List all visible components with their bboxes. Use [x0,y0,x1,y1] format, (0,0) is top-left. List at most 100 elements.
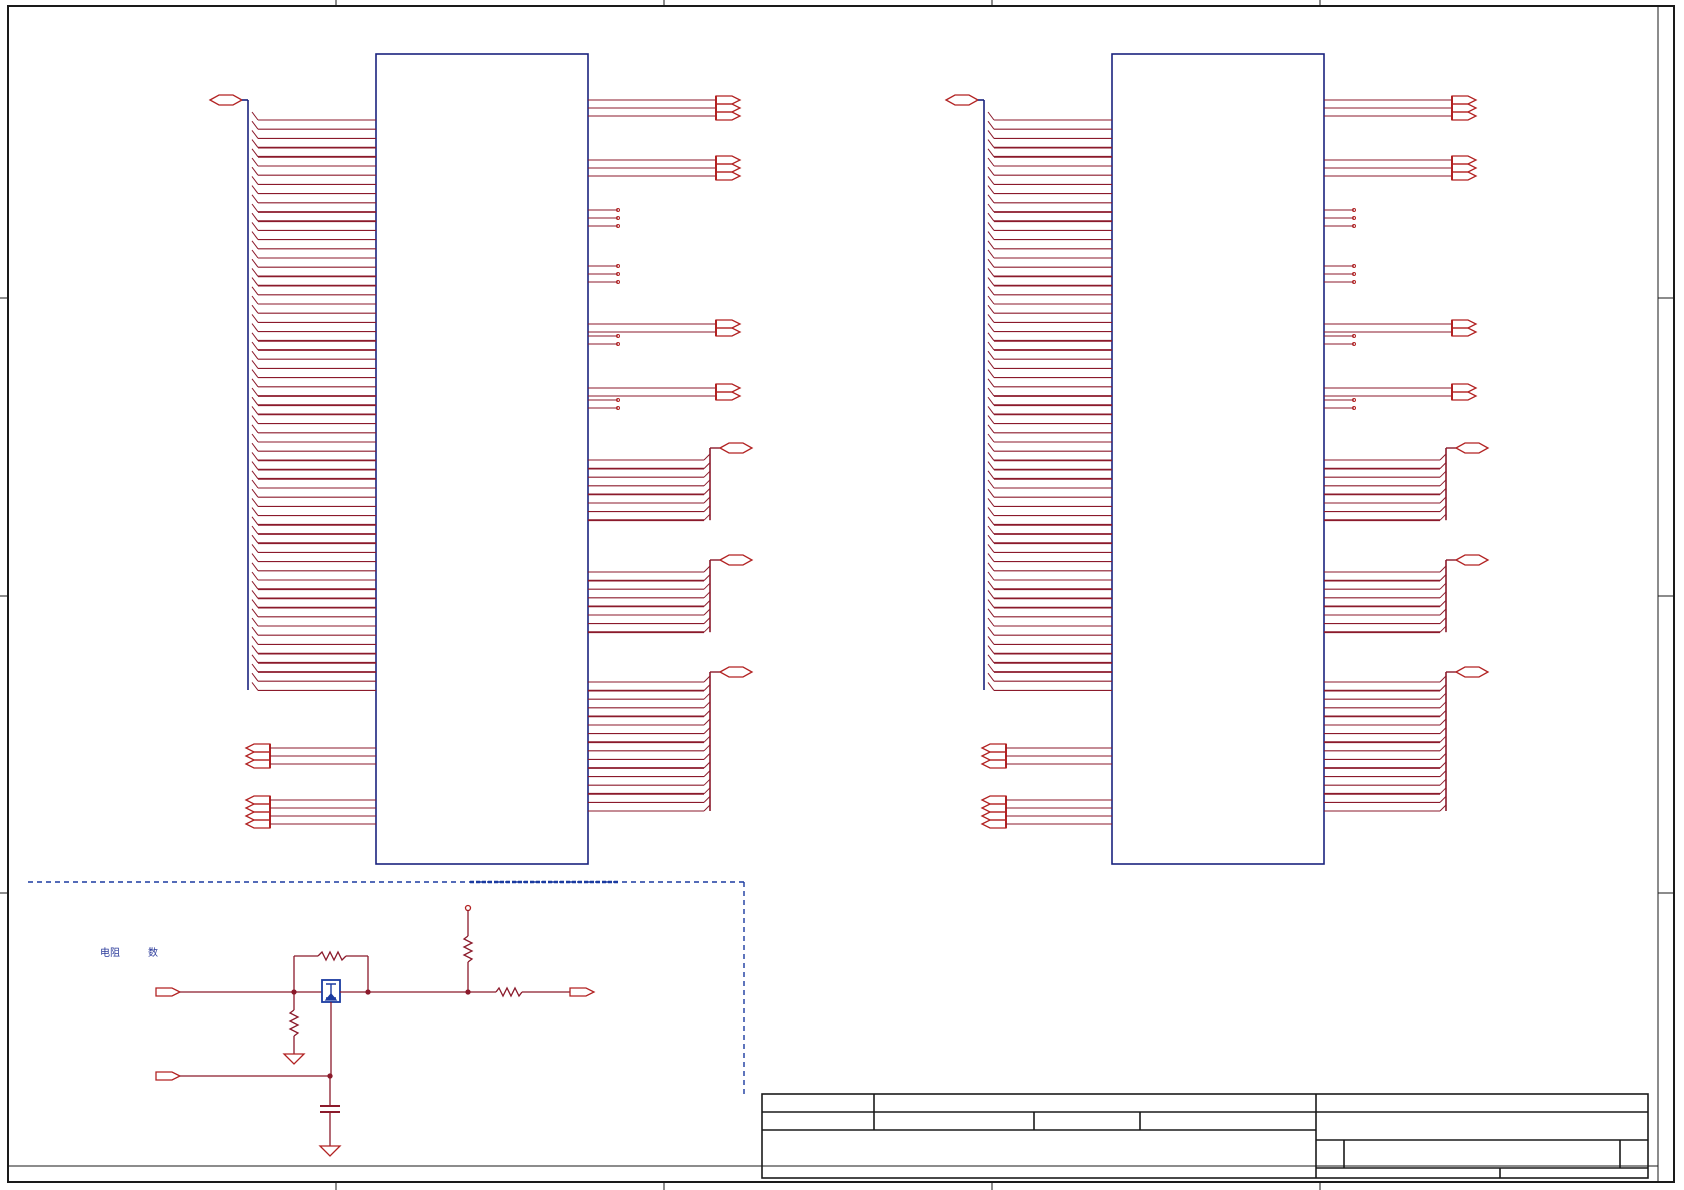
bus-entry [703,761,711,769]
bus-entry [251,203,259,213]
bus-entry [251,240,259,250]
net-port [980,751,1007,761]
net-port [1451,383,1478,393]
right-output-nets [1324,95,1490,812]
bus-entry [703,735,711,743]
bus-entry [987,534,995,544]
bus-entry [251,378,259,388]
bus-entry [703,710,711,717]
net-port [980,759,1007,769]
bus-entry [987,590,995,599]
oval-port [1454,666,1490,678]
bus-entry [703,675,711,683]
net-port [715,95,742,105]
net-port [244,819,271,829]
bus-entry [987,194,995,204]
bus-entry [987,378,995,388]
bus-entry [1439,513,1447,521]
chip-right [1111,53,1325,865]
bus-entry [1439,710,1447,717]
bus-entry [1439,488,1447,495]
bus-entry [987,396,995,406]
bus-entry [987,203,995,213]
bus-entry [251,396,259,406]
bus-entry [987,268,995,277]
net-port [244,803,271,813]
bus-entry [703,804,711,812]
bus-entry [987,525,995,535]
bus-entry [1439,727,1447,734]
right-input-bus [944,94,1112,829]
ground-symbol-2 [318,1145,342,1157]
bus-entry [703,479,711,487]
bus-entry [987,544,995,553]
bus-entry [1439,787,1447,795]
bus-entry [987,350,995,360]
bus-entry [1439,591,1447,599]
bus-entry [251,682,259,691]
input-port-2 [155,1071,182,1081]
net-port [1451,111,1478,121]
bus-entry [1439,770,1447,777]
bus-entry [251,360,259,369]
schematic-sheet: 电阻 数 [0,0,1675,1190]
net-port [1451,103,1478,113]
bus-entry [251,166,259,176]
bus-entry [251,442,259,452]
net-port [244,811,271,821]
bus-entry [251,222,259,231]
bus-entry [251,148,259,158]
left-output-nets [588,95,754,812]
bus-entry [703,770,711,777]
net-port [980,811,1007,821]
resistor-pulldown [288,1009,300,1037]
bus-entry [987,654,995,664]
bus-entry [251,314,259,323]
bus-entry [1439,505,1447,512]
bus-entry [251,212,259,222]
bus-entry [251,139,259,148]
bus-entry [987,286,995,296]
sheet-border [7,5,1675,1183]
bus-entry [703,462,711,469]
bus-entry [987,479,995,489]
net-port [715,383,742,393]
net-port [980,803,1007,813]
bus-entry [1439,692,1447,700]
bus-entry [987,120,995,130]
bus-entry [251,304,259,314]
bus-entry [251,249,259,259]
net-port [1451,95,1478,105]
bus-entry [703,505,711,512]
bus-entry [251,654,259,664]
bus-entry [251,332,259,342]
bus-entry [987,139,995,148]
bus-entry [1439,470,1447,478]
bus-entry [251,571,259,581]
left-input-bus [208,94,376,829]
bus-entry [987,470,995,480]
bus-entry [703,718,711,726]
bus-entry [987,323,995,332]
bus-entry [987,498,995,507]
bus-entry [987,130,995,139]
bus-entry [251,617,259,627]
bus-entry [251,157,259,167]
bus-entry [703,600,711,607]
bus-entry [987,406,995,415]
net-port [980,743,1007,753]
bus-entry [987,314,995,323]
net-port [244,795,271,805]
net-port [1451,171,1478,181]
bus-entry [251,488,259,498]
bus-entry [1439,675,1447,683]
bus-entry [1439,804,1447,812]
bus-entry [251,479,259,489]
bus-entry [1439,496,1447,504]
bus-entry [251,194,259,204]
bus-entry [1439,701,1447,709]
bus-entry [1439,582,1447,590]
net-port [1451,319,1478,329]
bus-entry [1439,565,1447,573]
net-port [244,743,271,753]
